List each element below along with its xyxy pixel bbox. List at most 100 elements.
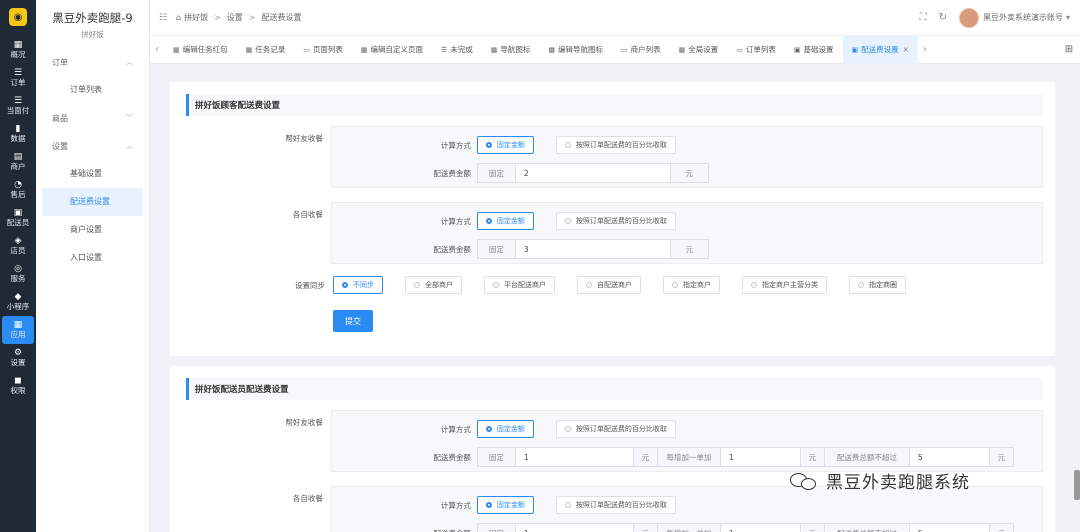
tab[interactable]: ▦ 导航图标 [482,36,540,64]
tab-scroll-right-icon[interactable]: › [918,44,932,55]
tab[interactable]: ▣ 配送费设置 × [842,35,918,64]
max-fee-input[interactable]: 5 [910,448,989,466]
fee-input-group[interactable]: 固定 3 元 [476,239,709,259]
menu-group-label: 订单 [52,57,68,67]
rail-item[interactable]: ◔ 售后 [0,176,36,204]
submit-button[interactable]: 提交 [333,310,373,332]
rail-item[interactable]: ▤ 商户 [0,148,36,176]
sub-menu: 黑豆外卖跑腿-9 拼好饭 订单 ︿ 订单列表 商品 ﹀ 设置 ︿ 基础设置 配送费设置… [36,0,150,532]
chevron-down-icon[interactable]: ▾ [1066,13,1070,22]
close-icon[interactable]: × [903,45,909,54]
tab-label: 商户列表 [630,44,661,54]
tab[interactable]: ▣ 基础设置 [785,36,843,64]
menu-group-orders[interactable]: 订单 ︿ [36,48,149,76]
menu-item-entry-settings[interactable]: 入口设置 [42,244,143,272]
breadcrumb: ⌂ 拼好饭 > 设置 > 配送费设置 [176,12,302,23]
rider-fee-card: 拼好饭配送员配送费设置 帮好友收餐 计算方式 固定金额 按照订单配送费的百分比收… [170,366,1055,532]
rail-label: 售后 [10,190,26,200]
tab[interactable]: ▦ 编辑导航图标 [539,36,612,64]
amount-label: 配送费金额 [332,528,477,532]
tab[interactable]: ▭ 订单列表 [727,36,785,64]
rail-item[interactable]: ▮ 数据 [0,120,36,148]
watermark: 黑豆外卖跑腿系统 [790,468,970,493]
increment-input[interactable]: 1 [721,448,800,466]
section-title: 拼好饭顾客配送费设置 [186,94,1043,116]
account-name[interactable]: 黑豆外卖系统演示账号 [983,12,1063,23]
input-suffix: 元 [799,524,824,532]
fee-amount-input[interactable]: 2 [516,164,670,182]
rail-item[interactable]: ⚙ 设置 [0,344,36,372]
tab[interactable]: ▦ 编辑自定义页面 [352,36,432,64]
sync-option-radio[interactable]: 自配送商户 [577,276,641,294]
rail-item[interactable]: ▦ 概况 [0,36,36,64]
fee-amount-input[interactable]: 1 [516,524,633,532]
refresh-icon[interactable]: ↻ [939,12,947,23]
sync-option-radio[interactable]: 指定商圈 [849,276,906,294]
fee-input-group[interactable]: 固定 1 元 每增加一单加 1 元 配送费总额不超过 5 元 [476,523,1014,532]
breadcrumb-current: 配送费设置 [261,13,302,22]
menu-item-delivery-fee-settings[interactable]: 配送费设置 [42,188,143,216]
tab-scroll-left-icon[interactable]: ‹ [150,44,164,55]
menu-group-goods[interactable]: 商品 ﹀ [36,104,149,132]
tab-label: 编辑任务红包 [182,44,228,54]
tab[interactable]: ☰ 未完成 [432,36,482,64]
watermark-text: 黑豆外卖跑腿系统 [826,473,970,493]
menu-item-basic-settings[interactable]: 基础设置 [42,160,143,188]
radio-fixed[interactable]: 固定金额 [476,420,534,438]
radio-percent[interactable]: 按照订单配送费的百分比收取 [555,496,676,514]
input-suffix: 元 [669,240,708,258]
tab[interactable]: ▦ 编辑任务红包 [164,36,237,64]
tab[interactable]: ▭ 商户列表 [612,36,670,64]
fee-amount-input[interactable]: 1 [516,448,633,466]
rail-label: 店员 [10,246,26,256]
grid-menu-icon[interactable]: ⊞ [1058,44,1080,55]
radio-percent[interactable]: 按照订单配送费的百分比收取 [555,136,676,154]
rail-item[interactable]: ▦ 应用 [2,316,34,344]
rail-item[interactable]: ◼ 权限 [0,372,36,400]
input-suffix: 元 [988,524,1013,532]
menu-item-order-list[interactable]: 订单列表 [42,76,143,104]
rail-label: 数据 [10,134,26,144]
tab-bar: ‹ ▦ 编辑任务红包 ▦ 任务记录 ▭ 页面列表 ▦ 编辑自定义页面 ☰ 未完成 ▦ 导航图标 ▦ 编辑导… [150,35,1080,64]
sync-option-radio[interactable]: 不同步 [333,276,383,294]
group-label: 各自收餐 [292,494,323,503]
breadcrumb-home[interactable]: 拼好饭 [184,12,208,23]
menu-group-settings[interactable]: 设置 ︿ [36,132,149,160]
menu-item-merchant-settings[interactable]: 商户设置 [42,216,143,244]
sync-option-radio[interactable]: 指定商户主营分类 [742,276,827,294]
tab[interactable]: ▦ 全局设置 [670,36,728,64]
rail-item[interactable]: ▣ 配送员 [0,204,36,232]
input-suffix: 元 [799,448,824,466]
avatar[interactable] [958,7,979,28]
radio-percent[interactable]: 按照订单配送费的百分比收取 [555,420,676,438]
rail-item[interactable]: ◆ 小程序 [0,288,36,316]
brand-subtitle: 拼好饭 [81,30,104,39]
sync-option-radio[interactable]: 指定商户 [663,276,720,294]
max-fee-input[interactable]: 5 [910,524,989,532]
tab[interactable]: ▭ 页面列表 [294,36,352,64]
tab[interactable]: ▦ 任务记录 [237,36,295,64]
rail-item[interactable]: ☰ 当面付 [0,92,36,120]
rail-item[interactable]: ☰ 订单 [0,64,36,92]
radio-fixed[interactable]: 固定金额 [476,212,534,230]
increment-input[interactable]: 1 [721,524,800,532]
collapse-menu-icon[interactable]: ☷ [150,13,176,23]
sync-option-radio[interactable]: 平台配送商户 [484,276,555,294]
sync-option-radio[interactable]: 全部商户 [405,276,462,294]
breadcrumb-settings[interactable]: 设置 [227,12,243,23]
calc-label: 计算方式 [440,216,471,226]
fullscreen-icon[interactable]: ⛶ [920,12,927,23]
tab-label: 配送费设置 [861,44,899,54]
radio-fixed[interactable]: 固定金额 [476,496,534,514]
fee-amount-input[interactable]: 3 [516,240,670,258]
fee-input-group[interactable]: 固定 2 元 [476,163,709,183]
rail-item[interactable]: ◎ 服务 [0,260,36,288]
radio-fixed[interactable]: 固定金额 [476,136,534,154]
input-prefix: 每增加一单加 [656,448,721,466]
fee-input-group[interactable]: 固定 1 元 每增加一单加 1 元 配送费总额不超过 5 元 [476,447,1014,467]
radio-percent[interactable]: 按照订单配送费的百分比收取 [555,212,676,230]
rail-item[interactable]: ◈ 店员 [0,232,36,260]
rail-label: 服务 [10,274,26,284]
app-logo[interactable]: ◉ [9,8,27,26]
scrollbar-thumb[interactable] [1074,470,1080,500]
